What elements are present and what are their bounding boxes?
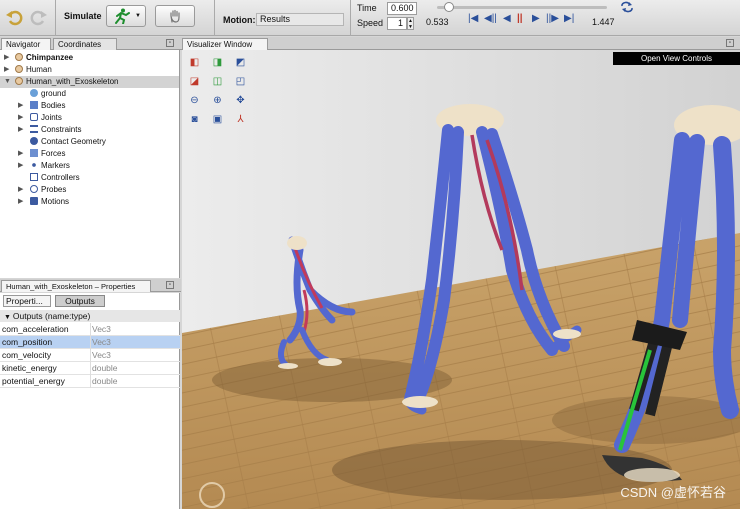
tree-item-controllers[interactable]: Controllers — [30, 172, 80, 184]
hand-icon — [170, 9, 180, 23]
pause-icon[interactable]: || — [517, 14, 523, 24]
hand-tool-button[interactable] — [155, 5, 195, 27]
tree-item-joints[interactable]: ▶ Joints — [18, 112, 62, 124]
markers-icon — [30, 161, 38, 169]
video-camera-icon[interactable]: ▣ — [211, 113, 224, 126]
view-right-icon[interactable]: ◫ — [211, 75, 224, 88]
axes-icon[interactable]: ⅄ — [234, 113, 247, 126]
tab-visualizer-window[interactable]: Visualizer Window ⊗ — [182, 38, 268, 60]
loop-icon[interactable] — [620, 1, 634, 13]
constraints-icon — [30, 125, 38, 133]
chevron-down-icon: ▼ — [4, 314, 13, 321]
end-time: 1.447 — [592, 17, 615, 27]
chevron-down-icon[interactable]: ▼ — [135, 13, 141, 19]
time-field[interactable]: 0.600 — [387, 2, 417, 15]
model-icon — [15, 53, 23, 61]
undo-icon[interactable] — [5, 8, 23, 26]
tree-item-motions[interactable]: ▶ Motions — [18, 196, 69, 208]
speed-label: Speed — [357, 18, 384, 28]
maximize-icon[interactable]: ▫ — [166, 281, 174, 289]
maximize-icon[interactable]: ▫ — [166, 39, 174, 47]
tree-item-probes[interactable]: ▶ Probes — [18, 184, 66, 196]
tab-navigator[interactable]: Navigator — [1, 38, 51, 50]
navigator-tree: ▶ Chimpanzee ▶ Human ▼ Human_with_Exoske… — [0, 50, 180, 278]
probes-icon — [30, 185, 38, 193]
tree-item-bodies[interactable]: ▶ Bodies — [18, 100, 65, 112]
go-to-start-icon[interactable]: |◀ — [468, 14, 478, 24]
tree-item-contact-geometry[interactable]: Contact Geometry — [30, 136, 106, 148]
model-icon — [15, 77, 23, 85]
tree-item-constraints[interactable]: ▶ Constraints — [18, 124, 81, 136]
speed-field[interactable]: 1 — [387, 17, 407, 30]
tree-item-human[interactable]: ▶ Human — [0, 64, 179, 76]
controllers-icon — [30, 173, 38, 181]
view-bottom-icon[interactable]: ◰ — [234, 75, 247, 88]
joints-icon — [30, 113, 38, 121]
view-back-icon[interactable]: ◨ — [211, 56, 224, 69]
tab-properties-window[interactable]: Human_with_Exoskeleton – Properties — [1, 280, 151, 292]
simulate-label: Simulate — [64, 11, 102, 21]
open-view-controls-button[interactable]: Open View Controls — [613, 52, 740, 65]
play-reverse-icon[interactable]: ◀ — [503, 14, 511, 24]
forces-icon — [30, 149, 38, 157]
watermark: CSDN @虚怀若谷 — [620, 485, 726, 500]
view-front-icon[interactable]: ◧ — [188, 56, 201, 69]
visualizer-tabbar: Visualizer Window ⊗ ▫ — [181, 37, 740, 60]
camera-icon[interactable]: ◙ — [188, 113, 201, 126]
start-time: 0.533 — [426, 17, 449, 27]
navigator-tabbar: Navigator Coordinates ▫ — [0, 37, 181, 50]
motions-icon — [30, 197, 38, 205]
bodies-icon — [30, 101, 38, 109]
step-forward-icon[interactable]: ||▶ — [546, 14, 559, 24]
view-left-icon[interactable]: ◪ — [188, 75, 201, 88]
running-man-icon — [115, 8, 131, 24]
zoom-out-icon[interactable]: ⊖ — [188, 94, 201, 107]
zoom-in-icon[interactable]: ⊕ — [211, 94, 224, 107]
outputs-section-header[interactable]: ▼ Outputs (name:type) — [0, 310, 180, 322]
model-icon — [15, 65, 23, 73]
play-icon[interactable]: ▶ — [532, 14, 540, 24]
motion-label: Motion: — [223, 15, 256, 25]
tree-item-ground[interactable]: ground — [30, 88, 66, 100]
tree-item-human-with-exoskeleton[interactable]: ▼ Human_with_Exoskeleton — [0, 76, 179, 88]
tab-coordinates[interactable]: Coordinates — [53, 38, 117, 50]
redo-icon[interactable] — [30, 8, 48, 26]
properties-titlebar: Human_with_Exoskeleton – Properties ▫ — [0, 279, 181, 292]
ground-icon — [30, 89, 38, 97]
toolbar: Simulate ▼ Motion: Results Time 0.600 Sp… — [0, 0, 740, 36]
time-slider-track[interactable] — [437, 6, 607, 9]
speed-stepper[interactable]: ▲ ▼ — [407, 17, 414, 30]
go-to-end-icon[interactable]: ▶| — [564, 14, 574, 24]
3d-scene — [182, 50, 740, 509]
tab-outputs[interactable]: Outputs — [55, 295, 105, 307]
visualizer-viewport[interactable]: ◧ ◨ ◩ ◪ ◫ ◰ ⊖ ⊕ ✥ ◙ ▣ ⅄ Open View Contro… — [182, 50, 740, 509]
view-top-icon[interactable]: ◩ — [234, 56, 247, 69]
tree-item-forces[interactable]: ▶ Forces — [18, 148, 65, 160]
fit-view-icon[interactable]: ✥ — [234, 94, 247, 107]
step-back-icon[interactable]: ◀|| — [484, 14, 497, 24]
tab-properties[interactable]: Properti... — [3, 295, 51, 307]
contact-geometry-icon — [30, 137, 38, 145]
tree-item-markers[interactable]: ▶ Markers — [18, 160, 70, 172]
tree-item-chimpanzee[interactable]: ▶ Chimpanzee — [0, 52, 179, 64]
run-simulation-button[interactable]: ▼ — [106, 5, 146, 27]
properties-panel: Properti... Outputs ▼ Outputs (name:type… — [0, 293, 180, 509]
maximize-icon[interactable]: ▫ — [726, 39, 734, 47]
motion-select[interactable]: Results — [256, 13, 344, 26]
time-slider-thumb[interactable] — [443, 2, 454, 12]
time-label: Time — [357, 3, 377, 13]
